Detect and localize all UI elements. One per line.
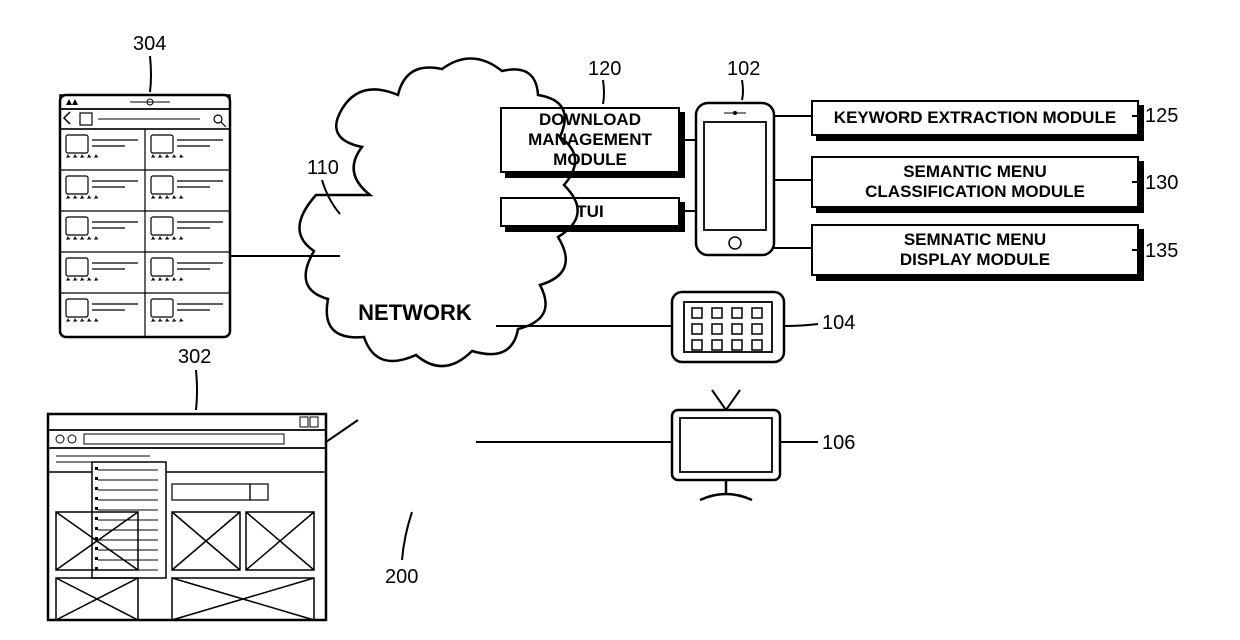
device-mobile-appstore [60,95,230,337]
device-tablet [672,292,784,362]
diagram-svg: NETWORK [0,0,1240,640]
network-cloud-label: NETWORK [358,300,472,325]
network-cloud: NETWORK [299,58,577,366]
device-tv [672,390,780,500]
device-browser [48,414,326,620]
device-smartphone [696,103,774,255]
